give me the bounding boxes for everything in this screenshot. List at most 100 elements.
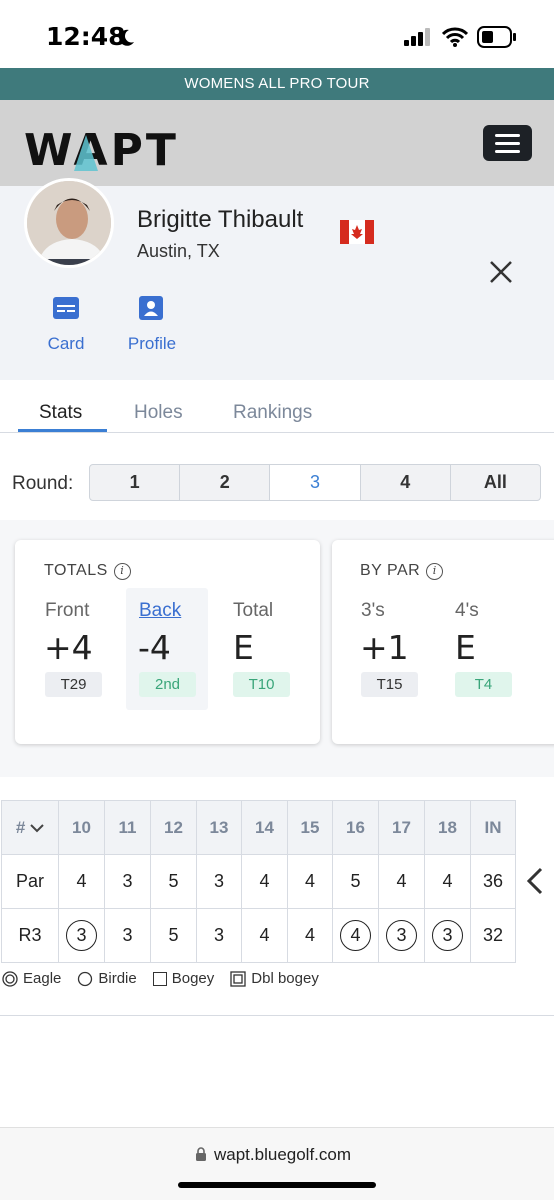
- score-legend: Eagle Birdie Bogey Dbl bogey: [2, 970, 335, 987]
- birdie-score: 3: [66, 920, 97, 951]
- by-par-title: BY PAR: [360, 562, 421, 579]
- score-cell: 4: [332, 908, 379, 963]
- card-link[interactable]: Card: [40, 334, 92, 354]
- hole-header: 15: [287, 800, 333, 855]
- round-option-4[interactable]: 4: [361, 465, 451, 500]
- hole-header: 14: [241, 800, 288, 855]
- par-row: Par 4 3 5 3 4 4 5 4 4 36: [1, 854, 516, 909]
- legend-eagle-label: Eagle: [23, 970, 62, 987]
- par-cell: 5: [150, 854, 197, 909]
- score-cell: 3: [196, 908, 242, 963]
- totals-title-row: TOTALS i: [44, 562, 131, 580]
- round-label: Round:: [12, 473, 74, 494]
- tab-rankings[interactable]: Rankings: [233, 402, 312, 424]
- legend-eagle: Eagle: [2, 970, 69, 987]
- birdie-score: 4: [340, 920, 371, 951]
- par-cell: 5: [332, 854, 379, 909]
- totals-title: TOTALS: [44, 562, 108, 579]
- birdie-score: 3: [386, 920, 417, 951]
- tour-banner: WOMENS ALL PRO TOUR: [0, 68, 554, 100]
- back-label[interactable]: Back: [139, 600, 181, 622]
- score-cell: 3: [58, 908, 105, 963]
- par3-label: 3's: [361, 600, 385, 621]
- status-bar: 12:48: [0, 0, 554, 68]
- score-cell: 4: [241, 908, 288, 963]
- round-option-2[interactable]: 2: [180, 465, 271, 500]
- total-value: E: [233, 628, 254, 667]
- legend-birdie-label: Birdie: [98, 970, 137, 987]
- table-edge: [0, 1015, 554, 1023]
- round-row: R3 3 3 5 3 4 4 4 3 3 32: [1, 908, 516, 963]
- front-rank: T29: [45, 672, 102, 697]
- close-icon[interactable]: [487, 258, 515, 286]
- round-option-3[interactable]: 3: [270, 465, 361, 500]
- logo-image: WAPT: [24, 125, 179, 176]
- legend-birdie: Birdie: [77, 970, 144, 987]
- round-option-1[interactable]: 1: [90, 465, 181, 500]
- card-icon[interactable]: [53, 297, 79, 319]
- birdie-score: 3: [432, 920, 463, 951]
- front-label: Front: [45, 600, 90, 621]
- legend-bogey-label: Bogey: [171, 970, 215, 987]
- hole-header: 17: [378, 800, 425, 855]
- score-cell: 4: [287, 908, 333, 963]
- hole-header: 16: [332, 800, 379, 855]
- by-par-card: BY PAR i 3's +1 T15 4's E T4: [332, 540, 554, 744]
- par-cell: 3: [196, 854, 242, 909]
- dbl-bogey-icon: [230, 970, 246, 987]
- menu-button[interactable]: [483, 125, 532, 161]
- in-header: IN: [470, 800, 516, 855]
- par4-rank: T4: [455, 672, 512, 697]
- round-selector: 1 2 3 4 All: [89, 464, 541, 501]
- par-cell: 4: [58, 854, 105, 909]
- hole-header: 18: [424, 800, 471, 855]
- status-time: 12:48: [46, 22, 126, 51]
- front-value: +4: [44, 628, 93, 667]
- par3-value: +1: [360, 628, 409, 667]
- hole-header: 10: [58, 800, 105, 855]
- tab-stats[interactable]: Stats: [39, 402, 82, 424]
- back-value: -4: [138, 628, 171, 667]
- info-icon[interactable]: i: [426, 563, 444, 580]
- round-total: 32: [470, 908, 516, 963]
- by-par-title-row: BY PAR i: [360, 562, 444, 580]
- wapt-logo[interactable]: WAPT: [24, 125, 189, 186]
- section-divider: [0, 768, 554, 777]
- par-cell: 3: [104, 854, 151, 909]
- score-cell: 5: [150, 908, 197, 963]
- logo-text: WAPT: [24, 125, 179, 175]
- home-indicator[interactable]: [178, 1182, 376, 1188]
- par-total: 36: [470, 854, 516, 909]
- score-cell: 3: [424, 908, 471, 963]
- canada-flag: [340, 220, 374, 244]
- legend-bogey: Bogey: [152, 970, 223, 987]
- battery-icon: [477, 26, 516, 48]
- par3-rank: T15: [361, 672, 418, 697]
- par4-label: 4's: [455, 600, 479, 621]
- info-icon[interactable]: i: [113, 563, 131, 580]
- total-rank: T10: [233, 672, 290, 697]
- par-cell: 4: [287, 854, 333, 909]
- player-name: Brigitte Thibault: [137, 206, 304, 233]
- lock-icon: [196, 1147, 206, 1161]
- totals-card: TOTALS i Front +4 T29 Back -4 2nd Total E…: [15, 540, 320, 744]
- round-option-all[interactable]: All: [451, 465, 540, 500]
- hole-header-label: #: [15, 817, 26, 837]
- hole-header: 11: [104, 800, 151, 855]
- par4-value: E: [455, 628, 476, 667]
- round-label-cell: R3: [1, 908, 59, 963]
- score-cell: 3: [378, 908, 425, 963]
- profile-link[interactable]: Profile: [122, 334, 182, 354]
- url-text[interactable]: wapt.bluegolf.com: [214, 1145, 351, 1165]
- score-cell: 3: [104, 908, 151, 963]
- chevron-left-icon[interactable]: [524, 866, 546, 896]
- tab-holes[interactable]: Holes: [134, 402, 183, 424]
- scorecard-header-row: # 10 11 12 13 14 15 16 17 18 IN: [1, 800, 516, 855]
- birdie-icon: [78, 971, 93, 986]
- back-rank: 2nd: [139, 672, 196, 697]
- hole-header: 12: [150, 800, 197, 855]
- par-cell: 4: [378, 854, 425, 909]
- hole-header: 13: [196, 800, 242, 855]
- profile-icon[interactable]: [139, 296, 163, 320]
- hole-sort-toggle[interactable]: #: [1, 800, 59, 855]
